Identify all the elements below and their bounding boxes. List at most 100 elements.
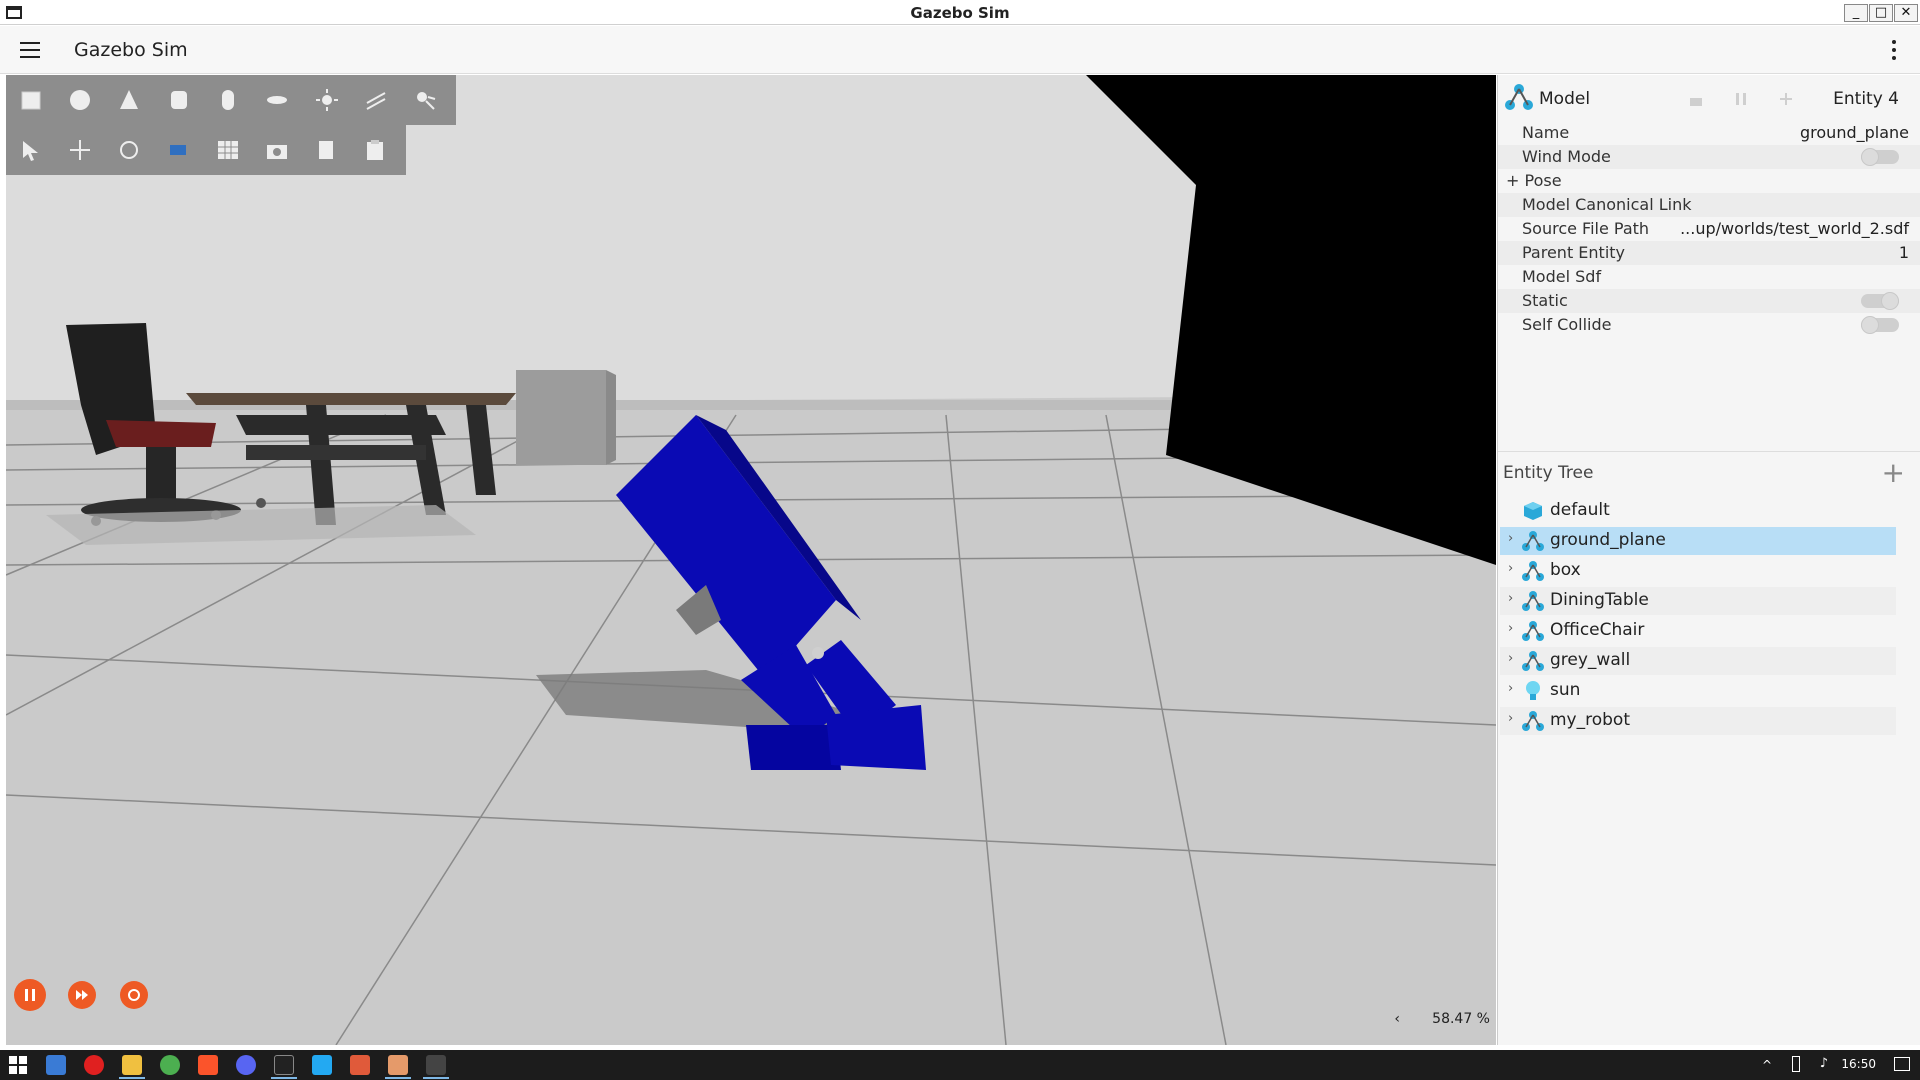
step-button[interactable] [68,981,96,1009]
wind-mode-toggle[interactable] [1861,148,1899,166]
world-cube-icon [1524,502,1542,520]
paste-icon[interactable] [357,131,394,169]
rotate-icon[interactable] [111,131,148,169]
lock-icon[interactable] [1688,91,1704,107]
reset-icon [128,989,140,1001]
chrome-icon[interactable] [160,1055,180,1075]
chevron-right-icon[interactable]: › [1508,621,1513,636]
close-button[interactable]: ✕ [1894,4,1918,22]
box-icon[interactable] [12,81,49,119]
select-arrow-icon[interactable] [12,131,49,169]
entity-tree-title: Entity Tree [1503,463,1594,483]
entity-id-label: Entity 4 [1833,89,1899,109]
tree-item-box[interactable]: › box [1500,557,1896,585]
property-parent-entity: Parent Entity 1 [1498,241,1920,265]
windows-start-icon[interactable] [8,1055,28,1075]
directional-light-icon[interactable] [357,81,394,119]
static-toggle[interactable] [1861,292,1899,310]
kebab-menu-icon[interactable] [1892,40,1898,62]
pause-button[interactable] [14,979,46,1011]
tree-item-default[interactable]: default [1500,497,1896,525]
self-collide-toggle[interactable] [1861,316,1899,334]
add-component-icon[interactable] [1778,91,1794,107]
property-canonical-link: Model Canonical Link [1498,193,1920,217]
grid-snap-icon[interactable] [209,131,246,169]
property-source-file-path: Source File Path ...up/worlds/test_world… [1522,219,1909,238]
gazebo-icon[interactable] [388,1055,408,1075]
real-time-factor: 58.47 % [1432,1011,1490,1027]
right-panel: Model Entity 4 Name ground_plane Wind Mo… [1497,75,1920,1045]
pause-updates-icon[interactable] [1733,91,1749,107]
scene-render [6,75,1496,1045]
transform-icon[interactable] [160,131,197,169]
minimize-button[interactable]: _ [1844,4,1868,22]
chevron-right-icon[interactable]: › [1508,681,1513,696]
volume-icon[interactable]: ♪ [1820,1056,1828,1071]
sun-light-icon[interactable] [308,81,345,119]
component-inspector-header: Model Entity 4 [1498,75,1920,123]
discord-icon[interactable] [236,1055,256,1075]
chevron-right-icon[interactable]: › [1508,591,1513,606]
app-icon[interactable] [46,1055,66,1075]
shapes-toolbar [6,75,456,125]
chevron-right-icon[interactable]: › [1508,561,1513,576]
clock[interactable]: 16:50 [1841,1057,1876,1071]
camera-icon[interactable] [258,131,295,169]
brave-icon[interactable] [198,1055,218,1075]
capsule-icon[interactable] [209,81,246,119]
chevron-right-icon[interactable]: › [1508,651,1513,666]
translate-icon[interactable] [61,131,98,169]
box-model [516,370,606,465]
property-name: Name ground_plane [1522,123,1909,142]
property-pose[interactable]: + Pose [1498,169,1920,193]
tree-item-grey-wall[interactable]: › grey_wall [1500,647,1896,675]
youtube-icon[interactable] [84,1055,104,1075]
maximize-button[interactable]: □ [1869,4,1893,22]
chevron-up-icon[interactable]: ^ [1762,1058,1772,1072]
tree-item-ground-plane[interactable]: › ground_plane [1500,527,1896,555]
terminal-icon[interactable] [274,1055,294,1075]
tree-item-office-chair[interactable]: › OfficeChair [1500,617,1896,645]
light-bulb-icon [1526,681,1540,700]
ros-icon[interactable] [426,1055,446,1075]
stats-expand-chevron[interactable]: ‹ [1394,1011,1400,1027]
entity-tree-header: Entity Tree + [1498,451,1920,495]
tree-item-sun[interactable]: › sun [1500,677,1896,705]
model-icon [1522,561,1544,581]
cone-icon[interactable] [111,81,148,119]
app-title: Gazebo Sim [74,39,188,61]
copy-icon[interactable] [308,131,345,169]
file-explorer-icon[interactable] [122,1055,142,1075]
tools-toolbar [6,125,406,175]
app-header: Gazebo Sim [0,26,1920,74]
cylinder-icon[interactable] [160,81,197,119]
property-static: Static [1498,289,1920,313]
chevron-right-icon[interactable]: › [1508,711,1513,726]
add-entity-button[interactable]: + [1882,456,1905,489]
os-taskbar: ^ ♪ 16:50 [0,1050,1920,1080]
app-icon[interactable] [350,1055,370,1075]
battery-icon[interactable] [1792,1056,1800,1072]
tree-item-dining-table[interactable]: › DiningTable [1500,587,1896,615]
3d-viewport[interactable]: ‹ 58.47 % [6,75,1496,1045]
property-model-sdf: Model Sdf [1522,267,1602,286]
model-icon [1522,621,1544,641]
model-icon [1522,651,1544,671]
model-icon [1505,84,1533,110]
model-icon [1522,591,1544,611]
spot-light-icon[interactable] [407,81,444,119]
tree-item-my-robot[interactable]: › my_robot [1500,707,1896,735]
model-icon [1522,711,1544,731]
window-title: Gazebo Sim [910,4,1010,22]
notification-icon[interactable] [1894,1057,1910,1071]
property-wind-mode: Wind Mode [1498,145,1920,169]
hamburger-icon[interactable] [20,42,40,58]
model-icon [1522,531,1544,551]
reset-button[interactable] [120,981,148,1009]
vscode-icon[interactable] [312,1055,332,1075]
chevron-right-icon[interactable]: › [1508,531,1513,546]
ellipsoid-icon[interactable] [259,81,296,119]
fast-forward-icon [76,990,88,1000]
property-self-collide: Self Collide [1498,313,1920,337]
sphere-icon[interactable] [61,81,98,119]
